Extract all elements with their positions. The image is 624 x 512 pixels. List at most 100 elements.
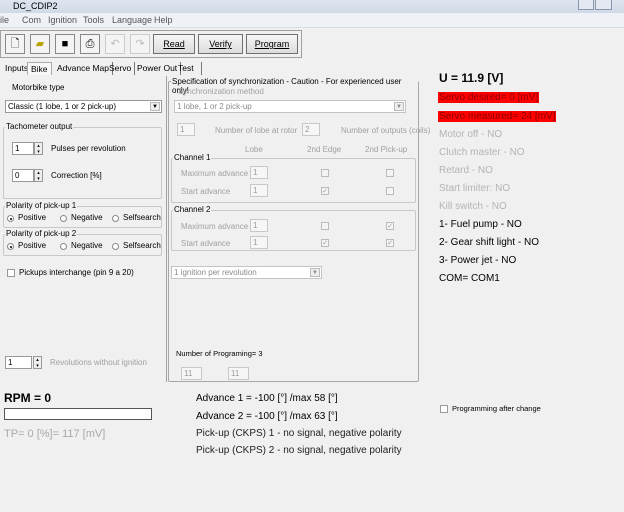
lobes-label: Number of lobe at rotor (215, 126, 298, 135)
ch1-max-label: Maximum advance (181, 169, 249, 178)
clutch-master-status: Clutch master - NO (439, 147, 525, 158)
programming-after-change-label: Programming after change (452, 404, 541, 413)
ch2-start-edge-checkbox[interactable]: ✓ (321, 239, 329, 247)
channel2-label: Channel 2 (173, 205, 212, 214)
read-button[interactable]: Read (153, 34, 195, 54)
col-2nd-edge: 2nd Edge (307, 145, 342, 154)
polarity1-positive-radio[interactable] (7, 215, 14, 222)
ch2-max-pickup-checkbox[interactable]: ✓ (386, 222, 394, 230)
radio-label: Positive (18, 213, 47, 222)
correction-spinner[interactable]: ▴ ▾ (34, 169, 43, 182)
ch1-max-pickup-checkbox[interactable] (386, 169, 394, 177)
fuel-pump-status: 1- Fuel pump - NO (439, 219, 522, 230)
window-title: DC_CDIP2 (13, 1, 58, 11)
undo-icon[interactable]: ↶ (105, 34, 125, 54)
menu-help[interactable]: Help (154, 15, 173, 25)
ch1-start-edge-checkbox[interactable]: ✓ (321, 187, 329, 195)
tab-bike[interactable]: Bike (27, 62, 52, 75)
start-limiter-status: Start limiter: NO (439, 183, 511, 194)
chevron-down-icon: ▼ (310, 268, 320, 277)
kill-switch-status: Kill switch - NO (439, 201, 507, 212)
advance2-readout: Advance 2 = -100 [°] /max 63 [°] (196, 411, 338, 422)
menu-file[interactable]: ile (0, 15, 9, 25)
retard-status: Retard - NO (439, 165, 493, 176)
prog2-input[interactable]: 11 (228, 367, 249, 380)
ch1-start-pickup-checkbox[interactable] (386, 187, 394, 195)
save-icon[interactable]: ■ (55, 34, 75, 54)
tab-servo[interactable]: Servo (106, 62, 136, 75)
servo-measured: Servo measured= 24 [mV] (438, 111, 557, 122)
channel1-label: Channel 1 (173, 153, 212, 162)
pulses-input[interactable]: 1 (12, 142, 34, 155)
ch2-max-edge-checkbox[interactable] (321, 222, 329, 230)
revolutions-spinner[interactable]: ▴ ▾ (33, 356, 42, 369)
correction-input[interactable]: 0 (12, 169, 34, 182)
pickup1-status: Pick-up (CKPS) 1 - no signal, negative p… (196, 428, 402, 439)
motorbike-type-select[interactable]: Classic (1 lobe, 1 or 2 pick-up) ▼ (5, 100, 162, 113)
toolbar: 🗋 ▰ ■ ⎙ ↶ ↷ Read Verify Program (0, 30, 302, 58)
polarity2-group: Polarity of pick-up 2 Positive Negative … (3, 229, 162, 256)
tab-test[interactable]: Test (175, 62, 202, 75)
program-button[interactable]: Program (246, 34, 298, 54)
prog1-input[interactable]: 11 (181, 367, 202, 380)
menu-ignition[interactable]: Ignition (48, 15, 77, 25)
radio-label: Selfsearch (123, 213, 161, 222)
outputs-input[interactable]: 2 (302, 123, 320, 136)
menu-language[interactable]: Language (112, 15, 152, 25)
col-lobe: Lobe (245, 145, 263, 154)
menu-tools[interactable]: Tools (83, 15, 104, 25)
ignition-value: 1 ignition per revolution (174, 268, 257, 277)
programming-count: Number of Programing= 3 (176, 349, 263, 358)
pulses-spinner[interactable]: ▴ ▾ (34, 142, 43, 155)
radio-label: Selfsearch (123, 241, 161, 250)
rpm-progress-bar (4, 408, 152, 420)
ch2-start-label: Start advance (181, 239, 231, 248)
motorbike-type-label: Motorbike type (12, 83, 65, 92)
tp-readout: TP= 0 [%]= 117 [mV] (4, 428, 106, 440)
chevron-down-icon: ▼ (150, 102, 160, 111)
polarity2-negative-radio[interactable] (60, 243, 67, 250)
menu-com[interactable]: Com (22, 15, 41, 25)
pickups-interchange-label: Pickups interchange (pin 9 a 20) (19, 268, 134, 277)
minimize-button[interactable] (578, 0, 594, 10)
motorbike-type-value: Classic (1 lobe, 1 or 2 pick-up) (8, 102, 117, 111)
polarity1-selfsearch-radio[interactable] (112, 215, 119, 222)
power-jet-status: 3- Power jet - NO (439, 255, 517, 266)
tab-advance-map[interactable]: Advance Map (54, 62, 113, 75)
motor-off-status: Motor off - NO (439, 129, 503, 140)
polarity1-negative-radio[interactable] (60, 215, 67, 222)
pickups-interchange-checkbox[interactable] (7, 269, 15, 277)
ch2-max-input[interactable]: 1 (250, 219, 268, 232)
print-icon[interactable]: ⎙ (80, 34, 100, 54)
programming-after-change-checkbox[interactable] (440, 405, 448, 413)
channel1-group: Channel 1 (171, 153, 416, 203)
polarity2-positive-radio[interactable] (7, 243, 14, 250)
new-icon[interactable]: 🗋 (5, 34, 25, 54)
redo-icon[interactable]: ↷ (130, 34, 150, 54)
voltage-readout: U = 11.9 [V] (439, 71, 504, 85)
ch2-start-pickup-checkbox[interactable]: ✓ (386, 239, 394, 247)
ch2-start-input[interactable]: 1 (250, 236, 268, 249)
polarity1-group: Polarity of pick-up 1 Positive Negative … (3, 201, 162, 228)
polarity2-label: Polarity of pick-up 2 (5, 229, 78, 238)
col-2nd-pickup: 2nd Pick-up (365, 145, 408, 154)
sync-method-value: 1 lobe, 1 or 2 pick-up (177, 102, 252, 111)
sync-method-select[interactable]: 1 lobe, 1 or 2 pick-up ▼ (174, 100, 406, 113)
ch1-start-input[interactable]: 1 (250, 184, 268, 197)
ch1-max-input[interactable]: 1 (250, 166, 268, 179)
open-icon[interactable]: ▰ (30, 34, 50, 54)
tachometer-label: Tachometer output (5, 122, 74, 131)
radio-label: Negative (71, 213, 103, 222)
polarity2-selfsearch-radio[interactable] (112, 243, 119, 250)
ignition-select[interactable]: 1 ignition per revolution ▼ (171, 266, 322, 279)
revolutions-input[interactable]: 1 (5, 356, 32, 369)
pulses-label: Pulses per revolution (51, 144, 126, 153)
tachometer-group: Tachometer output 1 ▴ ▾ Pulses per revolu… (3, 122, 162, 199)
chevron-down-icon: ▼ (394, 102, 404, 111)
ch1-max-edge-checkbox[interactable] (321, 169, 329, 177)
radio-label: Positive (18, 241, 47, 250)
lobes-input[interactable]: 1 (177, 123, 195, 136)
maximize-button[interactable] (595, 0, 612, 10)
com-port-status: COM= COM1 (439, 273, 500, 284)
verify-button[interactable]: Verify (198, 34, 243, 54)
